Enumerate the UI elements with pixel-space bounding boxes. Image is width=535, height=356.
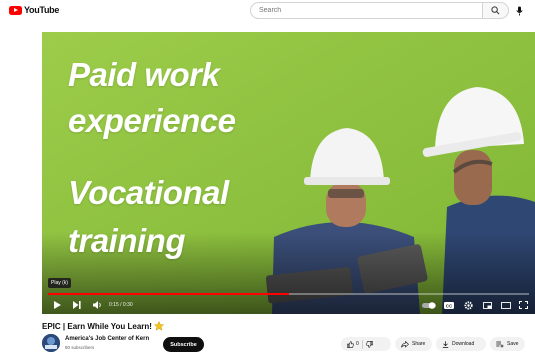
search-button[interactable] (482, 2, 509, 19)
share-icon (401, 340, 409, 348)
autoplay-icon (422, 301, 436, 309)
search-icon (491, 6, 500, 15)
autoplay-toggle[interactable] (421, 300, 437, 310)
like-button[interactable]: 0 (347, 340, 359, 348)
download-label: Download (452, 341, 475, 347)
thumbs-down-icon (366, 340, 373, 348)
captions-button[interactable]: CC (443, 300, 454, 310)
progress-played (48, 293, 289, 295)
player-controls: 0:15 / 0:30 CC (42, 296, 535, 314)
save-label: Save (507, 341, 519, 347)
volume-icon (92, 301, 101, 309)
channel-avatar[interactable] (42, 334, 60, 352)
next-button[interactable] (72, 300, 82, 310)
video-title: EPIC | Earn While You Learn! (42, 321, 164, 331)
progress-bar[interactable] (48, 293, 529, 295)
cc-icon: CC (443, 301, 454, 309)
settings-button[interactable] (463, 300, 473, 310)
subscribe-button[interactable]: Subscribe (163, 337, 204, 352)
like-dislike-group: 0 (341, 337, 391, 351)
volume-button[interactable] (92, 300, 103, 310)
overlay-line-2: experience (68, 102, 236, 139)
video-title-text: EPIC | Earn While You Learn! (42, 321, 152, 331)
fullscreen-button[interactable] (518, 300, 529, 310)
play-icon (53, 301, 61, 309)
play-tooltip: Play (k) (48, 278, 71, 288)
like-count: 0 (356, 341, 359, 347)
time-display: 0:15 / 0:30 (109, 302, 133, 308)
download-button[interactable]: Download (436, 337, 486, 351)
overlay-line-4: training (68, 222, 186, 259)
overlay-line-1: Paid work (68, 56, 220, 93)
star-emoji-icon (153, 321, 164, 331)
fullscreen-icon (519, 301, 528, 309)
search-input[interactable] (250, 2, 483, 19)
voice-search-button[interactable] (513, 4, 526, 17)
like-divider (361, 339, 363, 349)
youtube-logo[interactable]: YouTube (9, 5, 59, 15)
next-icon (73, 301, 81, 309)
save-button[interactable]: Save (490, 337, 525, 351)
youtube-watch-page: YouTube Search Paid work experience Voca… (0, 0, 535, 356)
theater-mode-button[interactable] (500, 300, 511, 310)
thumbs-up-icon (347, 340, 354, 348)
theater-icon (500, 301, 511, 309)
channel-avatar-image (42, 334, 60, 352)
mic-icon (516, 6, 523, 15)
save-icon (496, 341, 504, 347)
share-button[interactable]: Share (395, 337, 432, 351)
play-button[interactable] (52, 300, 62, 310)
dislike-button[interactable] (366, 340, 373, 348)
download-icon (442, 340, 449, 348)
logo-text: YouTube (24, 5, 60, 15)
masthead: YouTube (0, 0, 535, 22)
youtube-logo-icon (9, 5, 22, 15)
subscriber-count: 80 subscribers (65, 345, 95, 350)
video-player[interactable]: Paid work experience Vocational training… (42, 32, 535, 314)
overlay-line-3: Vocational (68, 174, 229, 211)
share-label: Share (412, 341, 426, 347)
settings-icon (463, 300, 473, 310)
channel-name[interactable]: America's Job Center of Kern (65, 336, 149, 342)
svg-text:CC: CC (445, 303, 452, 308)
miniplayer-icon (482, 301, 492, 309)
miniplayer-button[interactable] (482, 300, 492, 310)
